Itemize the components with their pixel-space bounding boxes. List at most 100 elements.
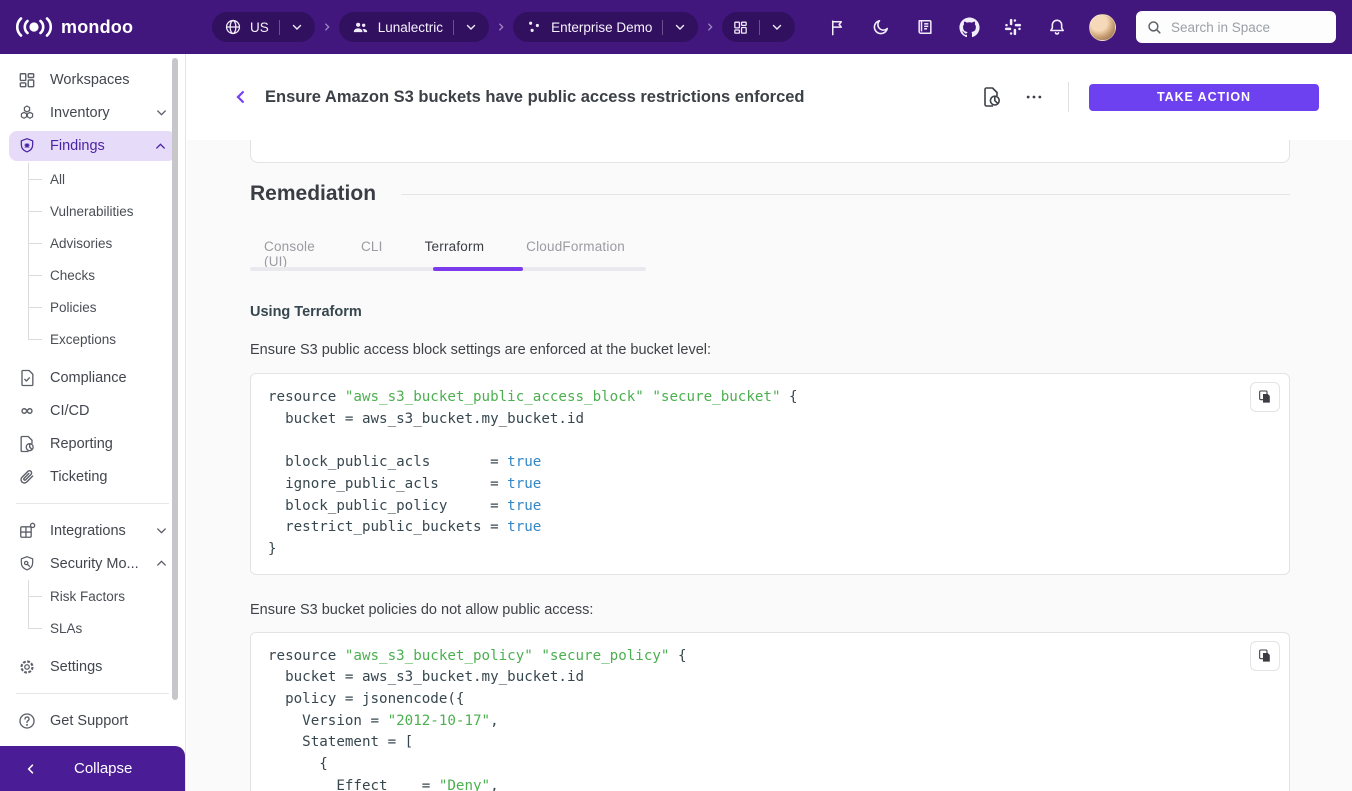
globe-icon <box>224 18 242 36</box>
github-icon[interactable] <box>957 15 981 39</box>
sidebar-label: Compliance <box>50 370 127 386</box>
sidebar-item-ticketing[interactable]: Ticketing <box>0 460 185 493</box>
back-button[interactable] <box>227 83 255 111</box>
sidebar-item-risk-factors[interactable]: Risk Factors <box>28 580 185 612</box>
sidebar-divider <box>16 693 169 694</box>
sidebar-item-findings[interactable]: Findings <box>9 131 176 161</box>
report-doc-pie-icon[interactable] <box>978 83 1006 111</box>
slack-icon[interactable] <box>1001 15 1025 39</box>
breadcrumb-separator-icon <box>496 22 506 32</box>
region-selector[interactable]: US <box>212 12 315 42</box>
sidebar-item-security-model[interactable]: Security Mo... <box>0 547 185 580</box>
sidebar-item-reporting[interactable]: Reporting <box>0 427 185 460</box>
notifications-bell-icon[interactable] <box>1045 15 1069 39</box>
copy-code-button[interactable] <box>1250 382 1280 412</box>
search-input[interactable] <box>1171 20 1321 35</box>
workspaces-icon <box>17 70 37 90</box>
org-selector[interactable]: Lunalectric <box>339 12 489 42</box>
chip-divider <box>662 20 663 35</box>
navbar-actions <box>825 0 1336 54</box>
tab-terraform[interactable]: Terraform <box>404 237 506 271</box>
sidebar-scrollbar[interactable] <box>172 58 178 700</box>
findings-shield-bug-icon <box>17 136 37 156</box>
chevron-down-icon[interactable] <box>459 15 483 39</box>
sidebar-item-cicd[interactable]: CI/CD <box>0 394 185 427</box>
sidebar-item-slas[interactable]: SLAs <box>28 612 185 644</box>
sidebar-item-get-support[interactable]: Get Support <box>0 704 185 737</box>
sidebar-label: Settings <box>50 659 102 675</box>
flag-icon[interactable] <box>825 15 849 39</box>
space-cluster-icon <box>525 18 543 36</box>
sidebar-label: Security Mo... <box>50 556 139 572</box>
chip-divider <box>759 20 760 35</box>
sidebar-item-exceptions[interactable]: Exceptions <box>28 323 185 355</box>
remediation-tabs: Console (UI) CLI Terraform CloudFormatio… <box>250 237 646 271</box>
sidebar-label: Reporting <box>50 436 113 452</box>
breadcrumb-separator-icon <box>322 22 332 32</box>
sidebar-label: Integrations <box>50 523 126 539</box>
sidebar-item-settings[interactable]: Settings <box>0 650 185 683</box>
header-actions: TAKE ACTION <box>978 54 1319 140</box>
collapse-sidebar-button[interactable]: Collapse <box>0 746 185 791</box>
copy-code-button[interactable] <box>1250 641 1280 671</box>
sidebar-label: CI/CD <box>50 403 89 419</box>
tab-cloudformation[interactable]: CloudFormation <box>505 237 646 271</box>
sidebar-item-workspaces[interactable]: Workspaces <box>0 63 185 96</box>
sidebar-item-vulnerabilities[interactable]: Vulnerabilities <box>28 195 185 227</box>
dark-mode-moon-icon[interactable] <box>869 15 893 39</box>
settings-gear-icon <box>17 657 37 677</box>
chevron-down-icon <box>154 523 169 538</box>
more-menu-icon[interactable] <box>1020 83 1048 111</box>
search-box <box>1136 11 1336 43</box>
sidebar-item-policies[interactable]: Policies <box>28 291 185 323</box>
previous-card-bottom <box>250 140 1290 163</box>
org-label: Lunalectric <box>378 20 443 35</box>
subsection-title: Using Terraform <box>250 304 1290 320</box>
sub-label: All <box>50 172 65 187</box>
sidebar-label: Get Support <box>50 713 128 729</box>
sidebar-item-compliance[interactable]: Compliance <box>0 361 185 394</box>
chevron-left-icon <box>24 762 38 776</box>
code-lines: resource "aws_s3_bucket_public_access_bl… <box>268 387 1272 561</box>
take-action-button[interactable]: TAKE ACTION <box>1089 84 1319 111</box>
sidebar-item-advisories[interactable]: Advisories <box>28 227 185 259</box>
content-scroll-area: Remediation Console (UI) CLI Terraform C… <box>187 140 1352 791</box>
sub-label: Advisories <box>50 236 112 251</box>
active-tab-indicator <box>433 267 523 271</box>
header-divider <box>1068 82 1069 112</box>
sidebar-item-integrations[interactable]: Integrations <box>0 514 185 547</box>
sidebar-label: Inventory <box>50 105 110 121</box>
instruction-paragraph-2: Ensure S3 bucket policies do not allow p… <box>250 602 1290 618</box>
tab-cli[interactable]: CLI <box>340 237 404 271</box>
space-selector[interactable]: Enterprise Demo <box>513 12 698 42</box>
terraform-code-block-1: resource "aws_s3_bucket_public_access_bl… <box>250 373 1290 575</box>
app-root: mondoo US <box>0 0 1352 791</box>
sub-label: Vulnerabilities <box>50 204 134 219</box>
code-lines: resource "aws_s3_bucket_policy" "secure_… <box>268 646 1272 791</box>
sub-label: Policies <box>50 300 97 315</box>
docs-book-icon[interactable] <box>913 15 937 39</box>
chevron-down-icon[interactable] <box>765 15 789 39</box>
collapse-label: Collapse <box>74 760 132 777</box>
workspace-grid-icon <box>732 19 749 36</box>
mondoo-logo-text: mondoo <box>61 17 133 38</box>
sidebar-item-inventory[interactable]: Inventory <box>0 96 185 129</box>
main-area: Ensure Amazon S3 buckets have public acc… <box>187 54 1352 791</box>
compliance-doc-check-icon <box>17 368 37 388</box>
chevron-down-icon <box>154 105 169 120</box>
chevron-down-icon[interactable] <box>285 15 309 39</box>
sidebar-label: Workspaces <box>50 72 130 88</box>
reporting-doc-pie-icon <box>17 434 37 454</box>
workspace-selector[interactable] <box>722 12 795 42</box>
chevron-down-icon[interactable] <box>668 15 692 39</box>
findings-subtree: All Vulnerabilities Advisories Checks Po… <box>28 163 185 355</box>
mondoo-logo[interactable]: mondoo <box>16 0 133 54</box>
sidebar-item-checks[interactable]: Checks <box>28 259 185 291</box>
page-title: Ensure Amazon S3 buckets have public acc… <box>265 88 805 107</box>
sidebar-item-all[interactable]: All <box>28 163 185 195</box>
user-avatar[interactable] <box>1089 14 1116 41</box>
integrations-icon <box>17 521 37 541</box>
top-navbar: mondoo US <box>0 0 1352 54</box>
sub-label: SLAs <box>50 621 82 636</box>
tab-console-ui[interactable]: Console (UI) <box>250 237 340 271</box>
